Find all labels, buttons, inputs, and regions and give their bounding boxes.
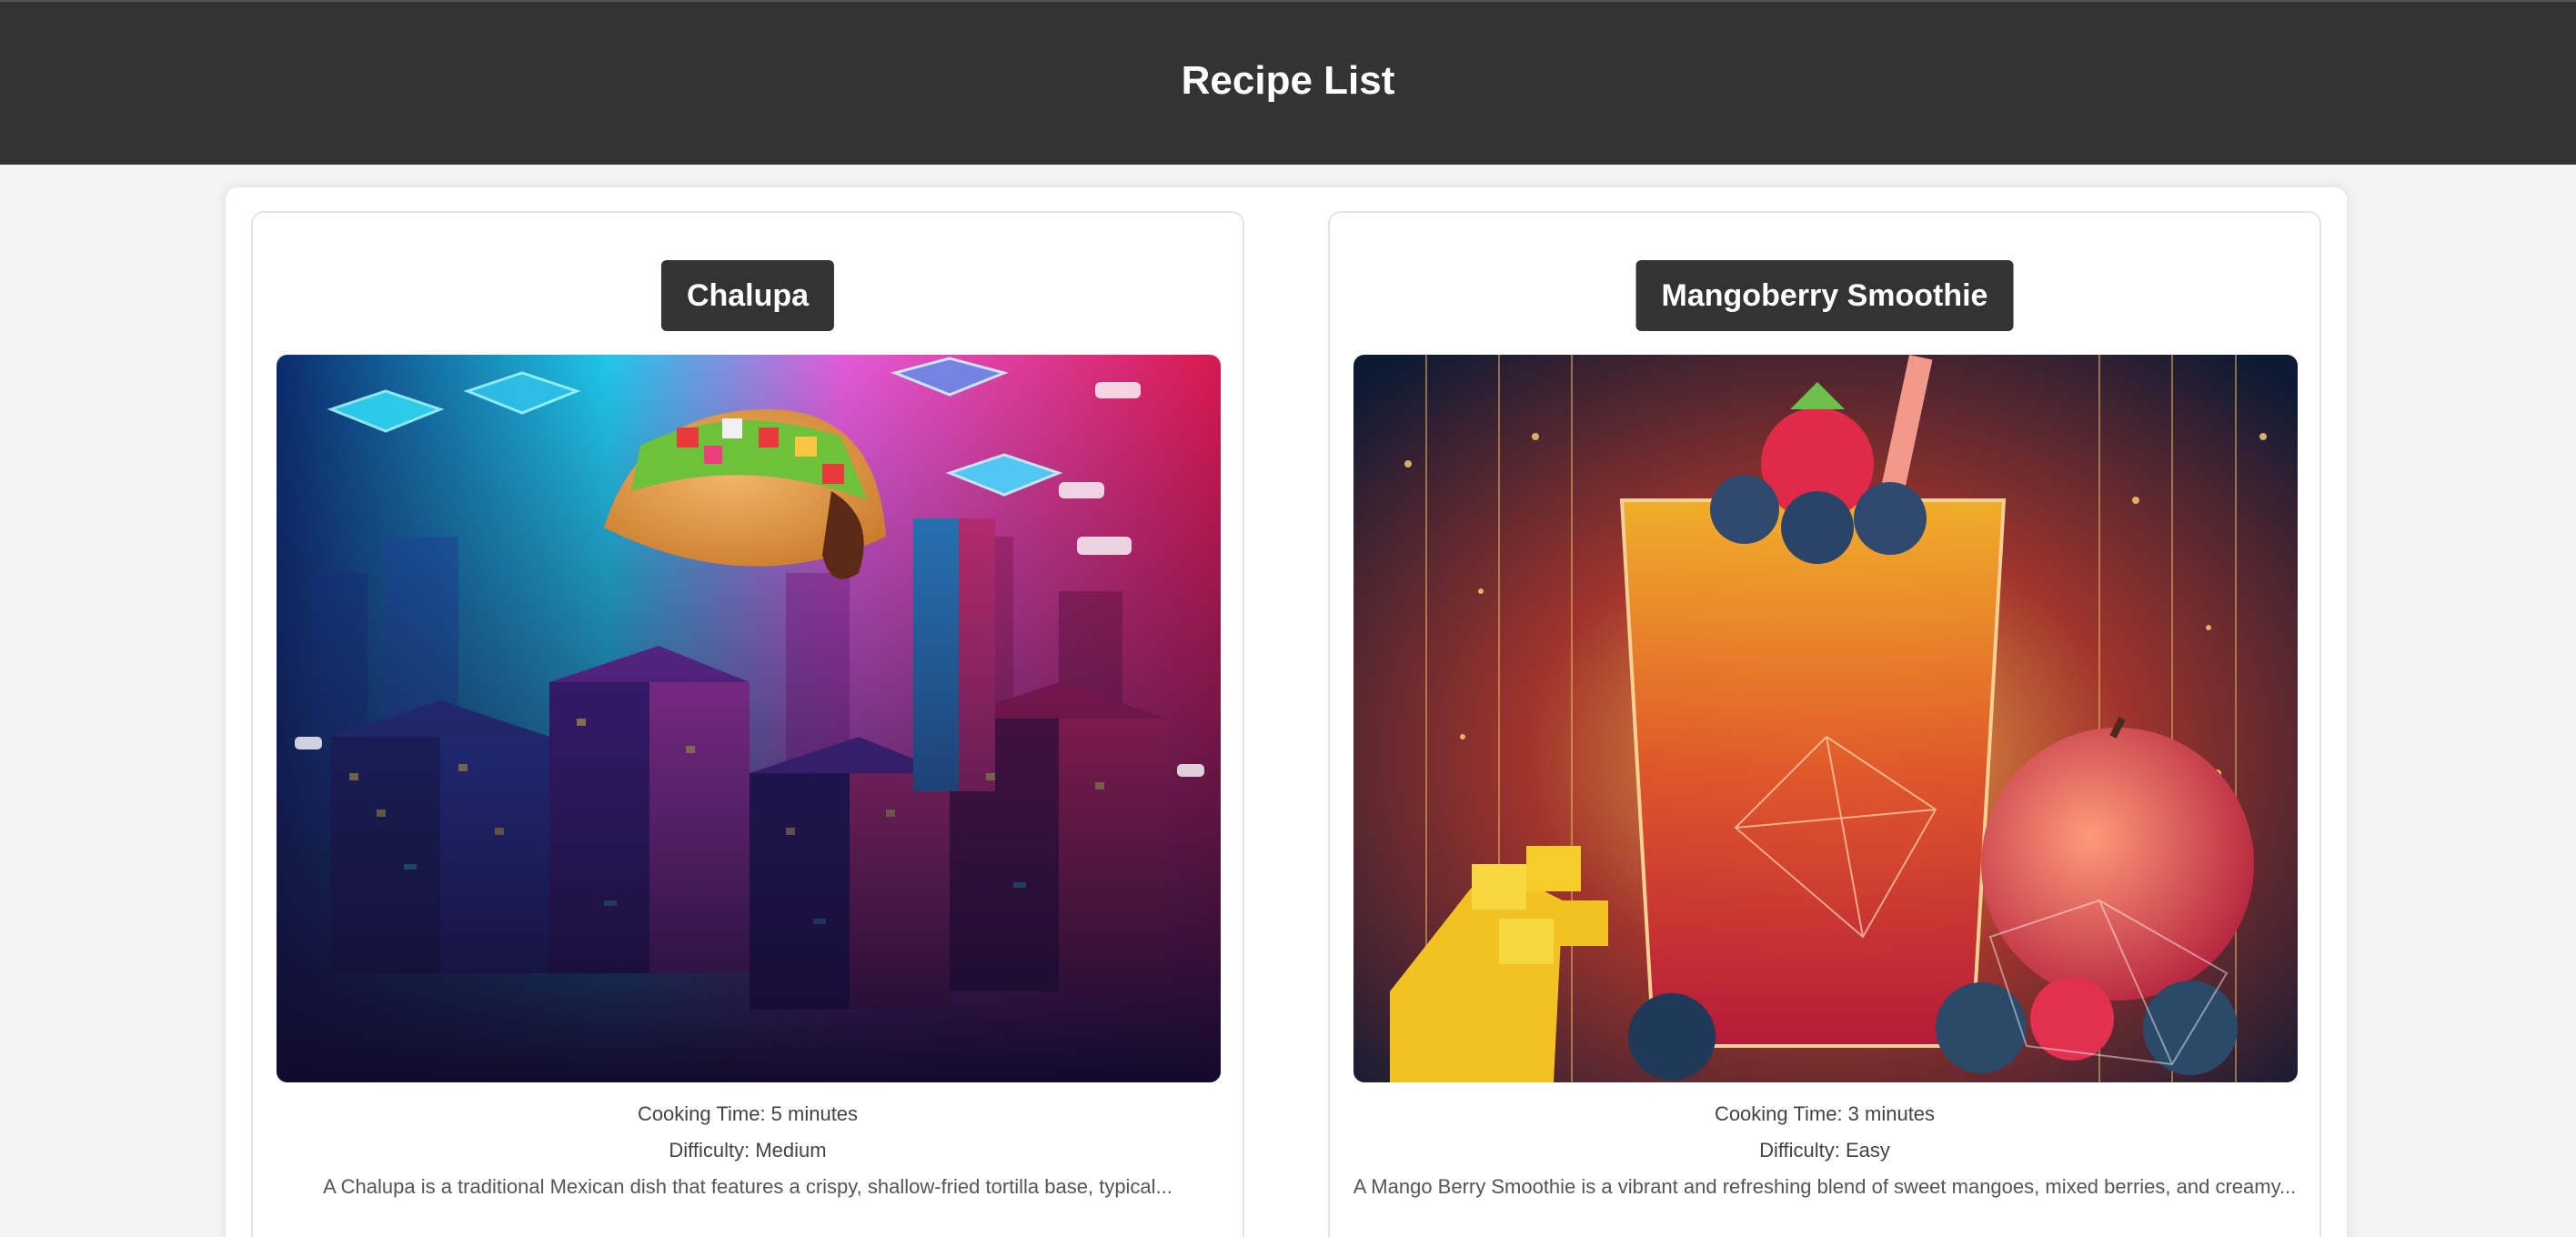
- recipe-image-chalupa[interactable]: [277, 355, 1221, 1082]
- smoothie-illustration: [1353, 355, 2298, 1082]
- chalupa-illustration: [277, 355, 1221, 1082]
- page-header: Recipe List: [0, 0, 2576, 165]
- difficulty: Difficulty: Easy: [1759, 1139, 1890, 1162]
- recipe-card-mangoberry-smoothie[interactable]: Mangoberry Smoothie Cooking Time: 3 minu…: [1328, 211, 2321, 1237]
- recipe-image-mangoberry-smoothie[interactable]: [1353, 355, 2298, 1082]
- page-title: Recipe List: [1181, 57, 1395, 103]
- recipe-description: A Mango Berry Smoothie is a vibrant and …: [1353, 1175, 2297, 1198]
- cooking-time: Cooking Time: 3 minutes: [1714, 1102, 1936, 1125]
- cooking-time: Cooking Time: 5 minutes: [637, 1102, 859, 1125]
- recipe-card-chalupa[interactable]: Chalupa Cooking Time: 5 minutes Difficul…: [251, 211, 1244, 1237]
- recipe-list-container: Chalupa Cooking Time: 5 minutes Difficul…: [226, 187, 2347, 1237]
- recipe-description: A Chalupa is a traditional Mexican dish …: [323, 1175, 1172, 1198]
- difficulty: Difficulty: Medium: [669, 1139, 827, 1162]
- recipe-title[interactable]: Chalupa: [660, 260, 835, 331]
- recipe-title[interactable]: Mangoberry Smoothie: [1635, 260, 2014, 331]
